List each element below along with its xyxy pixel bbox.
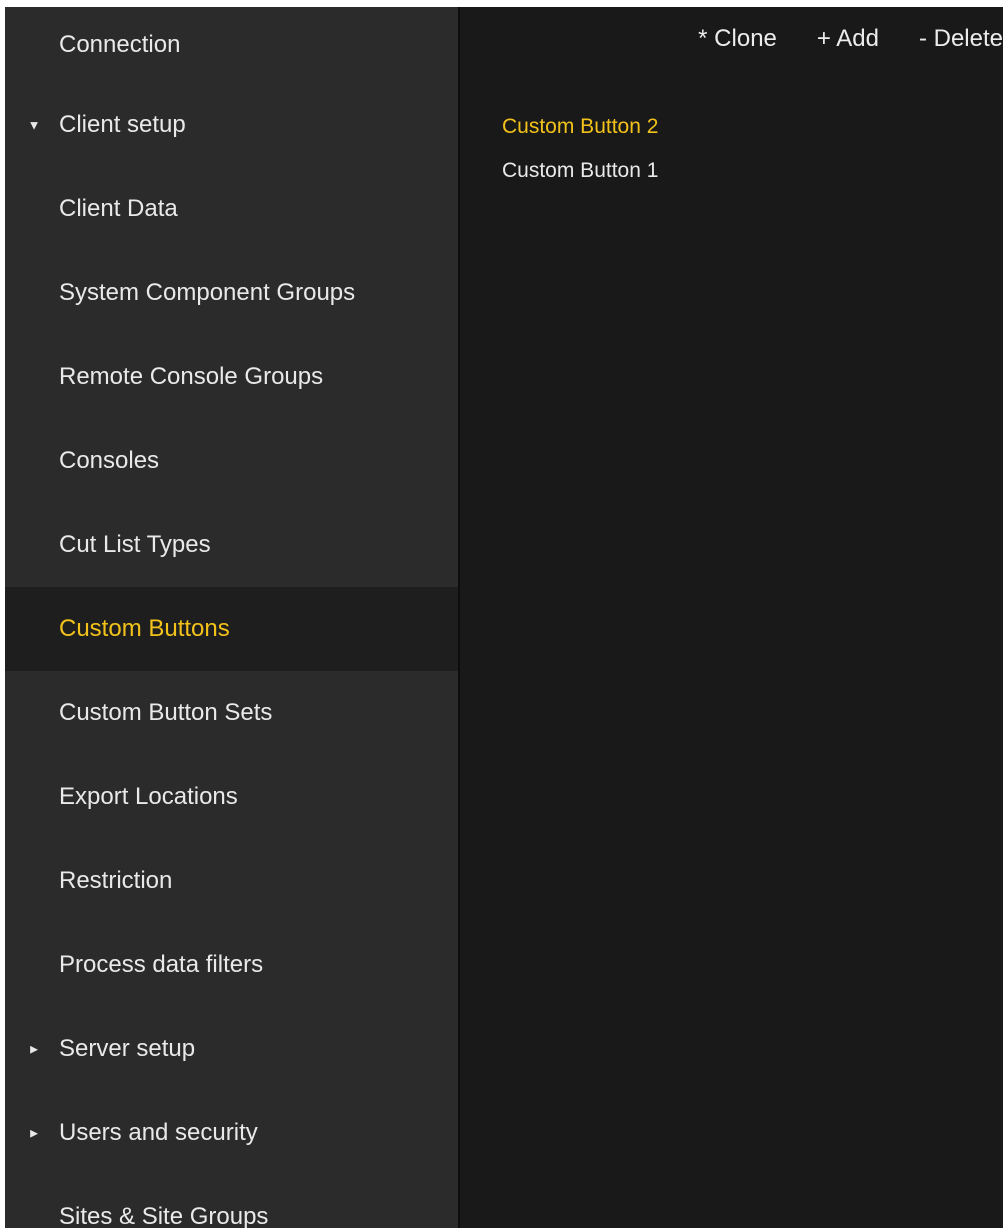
sidebar-item-label: Server setup	[59, 1035, 196, 1062]
sidebar-item-remote-console-groups[interactable]: Remote Console Groups	[5, 335, 458, 419]
sidebar-item-cut-list-types[interactable]: Cut List Types	[5, 503, 458, 587]
sidebar-item-restriction[interactable]: Restriction	[5, 839, 458, 923]
sidebar-item-connection[interactable]: Connection	[5, 7, 458, 83]
caret-right-icon[interactable]: ►	[27, 1126, 41, 1141]
sidebar: Connection ▼ Client setup Client Data Sy…	[5, 7, 458, 1228]
sidebar-item-process-data-filters[interactable]: Process data filters	[5, 923, 458, 1007]
sidebar-item-label: Custom Button Sets	[59, 699, 273, 726]
sidebar-item-label: Sites & Site Groups	[59, 1203, 269, 1228]
sidebar-item-export-locations[interactable]: Export Locations	[5, 755, 458, 839]
custom-buttons-list: Custom Button 2 Custom Button 1	[502, 105, 658, 193]
add-button[interactable]: + Add	[817, 25, 879, 53]
sidebar-item-label: Cut List Types	[59, 531, 211, 558]
sidebar-item-label: Client Data	[59, 195, 178, 222]
sidebar-item-label: Client setup	[59, 111, 186, 138]
list-item[interactable]: Custom Button 2	[502, 105, 658, 149]
sidebar-item-label: Consoles	[59, 447, 160, 474]
toolbar: * Clone + Add - Delete	[698, 25, 1003, 53]
sidebar-item-sites-and-site-groups[interactable]: Sites & Site Groups	[5, 1175, 458, 1228]
app-window: Connection ▼ Client setup Client Data Sy…	[0, 0, 1003, 1228]
sidebar-item-users-and-security[interactable]: ► Users and security	[5, 1091, 458, 1175]
sidebar-item-custom-button-sets[interactable]: Custom Button Sets	[5, 671, 458, 755]
main-panel: * Clone + Add - Delete Custom Button 2 C…	[460, 7, 1003, 1228]
sidebar-item-label: Users and security	[59, 1119, 258, 1146]
sidebar-item-client-setup[interactable]: ▼ Client setup	[5, 83, 458, 167]
sidebar-item-custom-buttons[interactable]: Custom Buttons	[5, 587, 458, 671]
sidebar-item-label: Connection	[59, 31, 181, 58]
sidebar-item-consoles[interactable]: Consoles	[5, 419, 458, 503]
sidebar-item-server-setup[interactable]: ► Server setup	[5, 1007, 458, 1091]
sidebar-item-label: Remote Console Groups	[59, 363, 324, 390]
sidebar-item-client-data[interactable]: Client Data	[5, 167, 458, 251]
caret-down-icon[interactable]: ▼	[27, 118, 41, 133]
sidebar-item-label: Export Locations	[59, 783, 238, 810]
clone-button[interactable]: * Clone	[698, 25, 777, 53]
sidebar-item-system-component-groups[interactable]: System Component Groups	[5, 251, 458, 335]
caret-right-icon[interactable]: ►	[27, 1042, 41, 1057]
sidebar-item-label: Process data filters	[59, 951, 264, 978]
sidebar-item-label: Restriction	[59, 867, 173, 894]
delete-button[interactable]: - Delete	[919, 25, 1003, 53]
sidebar-item-label: Custom Buttons	[59, 615, 230, 642]
list-item[interactable]: Custom Button 1	[502, 149, 658, 193]
sidebar-item-label: System Component Groups	[59, 279, 356, 306]
